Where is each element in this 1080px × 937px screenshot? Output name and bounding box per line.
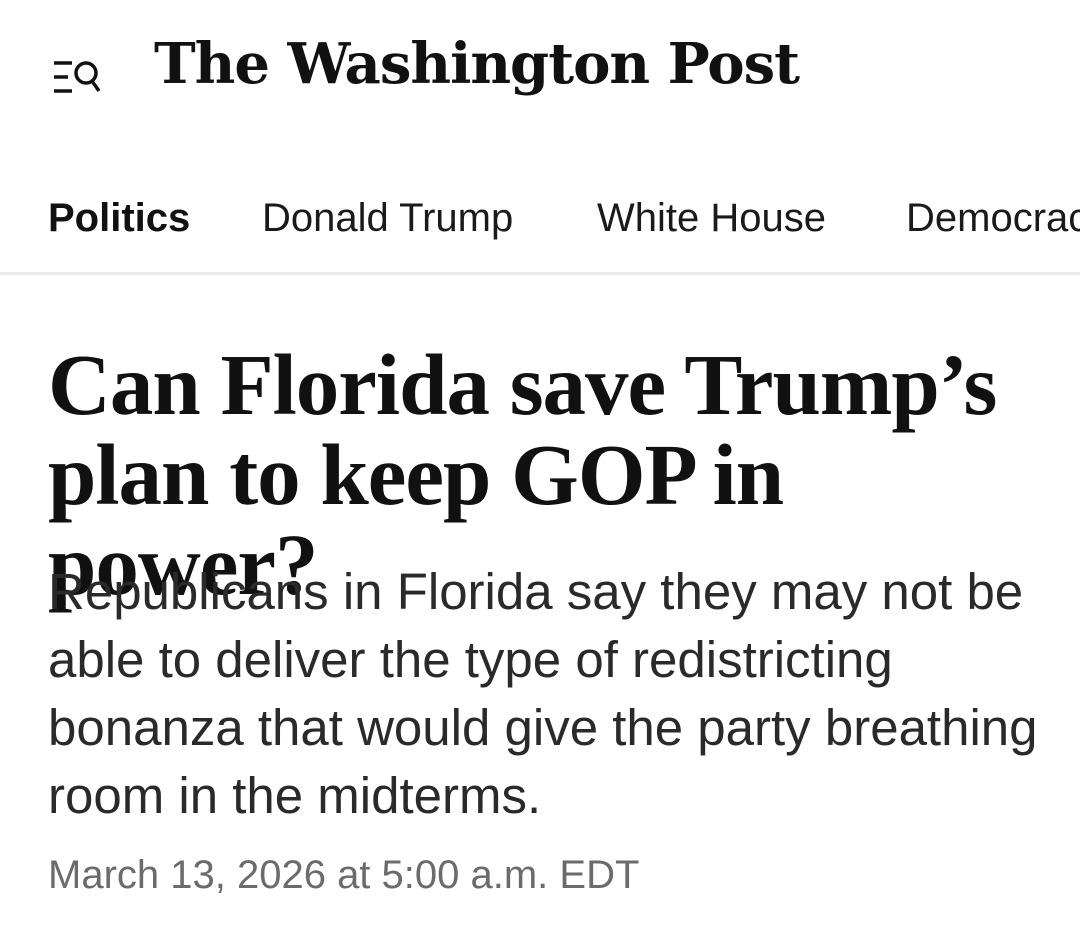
site-logo[interactable]: The Washington Post bbox=[154, 36, 800, 92]
menu-search-icon bbox=[54, 61, 101, 93]
article-timestamp: March 13, 2026 at 5:00 a.m. EDT bbox=[48, 853, 640, 897]
menu-search-button[interactable] bbox=[50, 56, 104, 98]
nav-item-democracy[interactable]: Democracy bbox=[906, 192, 1080, 244]
nav-item-politics[interactable]: Politics bbox=[48, 192, 190, 244]
nav-item-donald-trump[interactable]: Donald Trump bbox=[262, 192, 513, 244]
nav-item-white-house[interactable]: White House bbox=[597, 192, 826, 244]
article-dek: Republicans in Florida say they may not … bbox=[48, 563, 1038, 824]
top-bar: The Washington Post bbox=[0, 0, 1080, 160]
section-nav: Politics Donald Trump White House Democr… bbox=[0, 160, 1080, 275]
